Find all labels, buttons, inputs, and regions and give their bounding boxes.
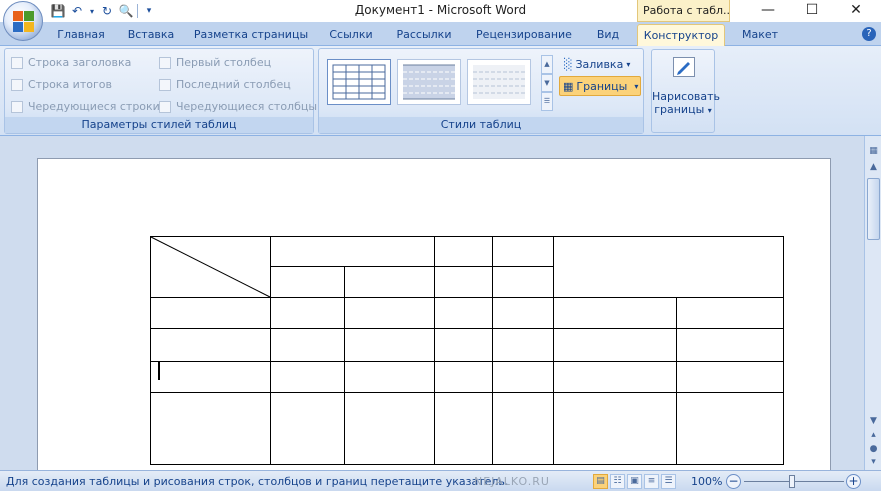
- undo-icon[interactable]: ↶: [69, 3, 85, 19]
- styles-gallery-scroll: ▲ ▼ ☰: [541, 55, 553, 112]
- checkbox-total-row[interactable]: Строка итогов: [11, 78, 112, 91]
- office-logo-icon: [13, 11, 35, 33]
- maximize-icon[interactable]: ☐: [790, 0, 834, 20]
- tab-review[interactable]: Рецензирование: [468, 26, 580, 46]
- checkbox-label: Строка заголовка: [28, 56, 132, 69]
- zoom-in-icon[interactable]: +: [846, 474, 861, 489]
- shading-label: Заливка: [575, 57, 624, 71]
- customize-toolbar-icon[interactable]: ▾: [141, 3, 157, 19]
- draw-borders-button[interactable]: Нарисовать границы ▾: [651, 49, 721, 133]
- paint-bucket-icon: ░: [564, 57, 573, 71]
- table-style-shaded-icon: [403, 64, 455, 100]
- scrollbar-thumb[interactable]: [867, 178, 880, 240]
- table-style-grid[interactable]: [327, 59, 391, 105]
- gallery-down-icon[interactable]: ▼: [541, 73, 553, 93]
- checkbox-banded-rows[interactable]: Чередующиеся строки: [11, 100, 160, 113]
- chevron-down-icon: ▾: [634, 81, 639, 91]
- borders-label: Границы: [576, 79, 628, 93]
- full-screen-reading-icon[interactable]: ☷: [610, 474, 625, 489]
- tab-mailings[interactable]: Рассылки: [390, 26, 458, 46]
- tab-page-layout[interactable]: Разметка страницы: [190, 26, 312, 46]
- tab-home[interactable]: Главная: [50, 26, 112, 46]
- zoom-level[interactable]: 100%: [691, 475, 722, 488]
- checkbox-banded-columns[interactable]: Чередующиеся столбцы: [159, 100, 317, 113]
- toolbar-separator: [137, 4, 138, 18]
- table-styles-group: ▲ ▼ ☰ ░ Заливка ▾ ▦ Границы ▾ Стили табл…: [318, 48, 644, 134]
- checkbox-label: Чередующиеся столбцы: [176, 100, 318, 113]
- checkbox-label: Чередующиеся строки: [28, 100, 160, 113]
- document-page[interactable]: [37, 158, 831, 470]
- gallery-more-icon[interactable]: ☰: [541, 92, 553, 112]
- table-style-light[interactable]: [467, 59, 531, 105]
- dropdown-arrow-icon[interactable]: ▾: [88, 3, 96, 19]
- quick-access-toolbar: 💾 ↶ ▾ ↻ 🔍 ▾: [50, 2, 157, 20]
- office-button[interactable]: [3, 1, 43, 41]
- zoom-slider-thumb[interactable]: [789, 475, 795, 488]
- group-label: Стили таблиц: [319, 117, 643, 133]
- shading-button[interactable]: ░ Заливка ▾: [561, 55, 633, 73]
- draw-borders-label: Нарисовать границы ▾: [652, 90, 721, 117]
- table-style-light-icon: [473, 65, 525, 99]
- context-tab-table-tools: Работа с табл...: [637, 0, 730, 22]
- borders-button[interactable]: ▦ Границы ▾: [559, 76, 641, 96]
- tab-design[interactable]: Конструктор: [637, 24, 725, 47]
- table-style-options-group: Строка заголовка Строка итогов Чередующи…: [4, 48, 317, 134]
- draw-borders-label-line2: границы ▾: [654, 103, 712, 116]
- status-bar: Для создания таблицы и рисования строк, …: [0, 470, 881, 491]
- outline-view-icon[interactable]: ≡: [644, 474, 659, 489]
- draft-view-icon[interactable]: ☰: [661, 474, 676, 489]
- borders-icon: ▦: [563, 79, 574, 93]
- ribbon-tabs: Главная Вставка Разметка страницы Ссылки…: [0, 22, 881, 47]
- gallery-up-icon[interactable]: ▲: [541, 55, 553, 74]
- checkbox-label: Первый столбец: [176, 56, 272, 69]
- web-layout-icon[interactable]: ▣: [627, 474, 642, 489]
- drawn-table[interactable]: [38, 159, 832, 470]
- checkbox-first-column[interactable]: Первый столбец: [159, 56, 271, 69]
- scroll-up-icon[interactable]: ▲: [866, 160, 881, 175]
- checkbox-header-row[interactable]: Строка заголовка: [11, 56, 131, 69]
- minimize-icon[interactable]: —: [746, 0, 790, 20]
- help-icon[interactable]: ?: [862, 27, 876, 41]
- chevron-down-icon: ▾: [626, 59, 631, 69]
- tab-layout[interactable]: Макет: [732, 26, 788, 46]
- status-message: Для создания таблицы и рисования строк, …: [6, 475, 509, 488]
- scroll-down-icon[interactable]: ▼: [866, 414, 881, 429]
- document-area: [0, 136, 864, 470]
- print-preview-icon[interactable]: 🔍: [118, 3, 134, 19]
- table-style-grid-icon: [332, 64, 386, 100]
- table-style-shaded[interactable]: [397, 59, 461, 105]
- save-icon[interactable]: 💾: [50, 3, 66, 19]
- tab-references[interactable]: Ссылки: [320, 26, 382, 46]
- zoom-out-icon[interactable]: −: [726, 474, 741, 489]
- pencil-icon: [673, 57, 695, 77]
- checkbox-last-column[interactable]: Последний столбец: [159, 78, 291, 91]
- vertical-scrollbar[interactable]: ▦ ▲ ▼ ▴ ● ▾: [864, 136, 881, 470]
- tab-insert[interactable]: Вставка: [120, 26, 182, 46]
- group-label: Параметры стилей таблиц: [5, 117, 313, 133]
- checkbox-label: Строка итогов: [28, 78, 112, 91]
- print-layout-view-icon[interactable]: ▤: [593, 474, 608, 489]
- watermark: NEJALKO.RU: [474, 475, 550, 488]
- draw-borders-label-line1: Нарисовать: [652, 90, 721, 103]
- ruler-toggle-icon[interactable]: ▦: [866, 144, 881, 159]
- redo-icon[interactable]: ↻: [99, 3, 115, 19]
- close-icon[interactable]: ✕: [834, 0, 878, 20]
- ribbon: Строка заголовка Строка итогов Чередующи…: [0, 46, 881, 136]
- checkbox-label: Последний столбец: [176, 78, 291, 91]
- previous-page-icon[interactable]: ▴: [866, 428, 881, 443]
- tab-view[interactable]: Вид: [588, 26, 628, 46]
- next-page-icon[interactable]: ▾: [866, 455, 881, 470]
- text-cursor: [158, 362, 160, 380]
